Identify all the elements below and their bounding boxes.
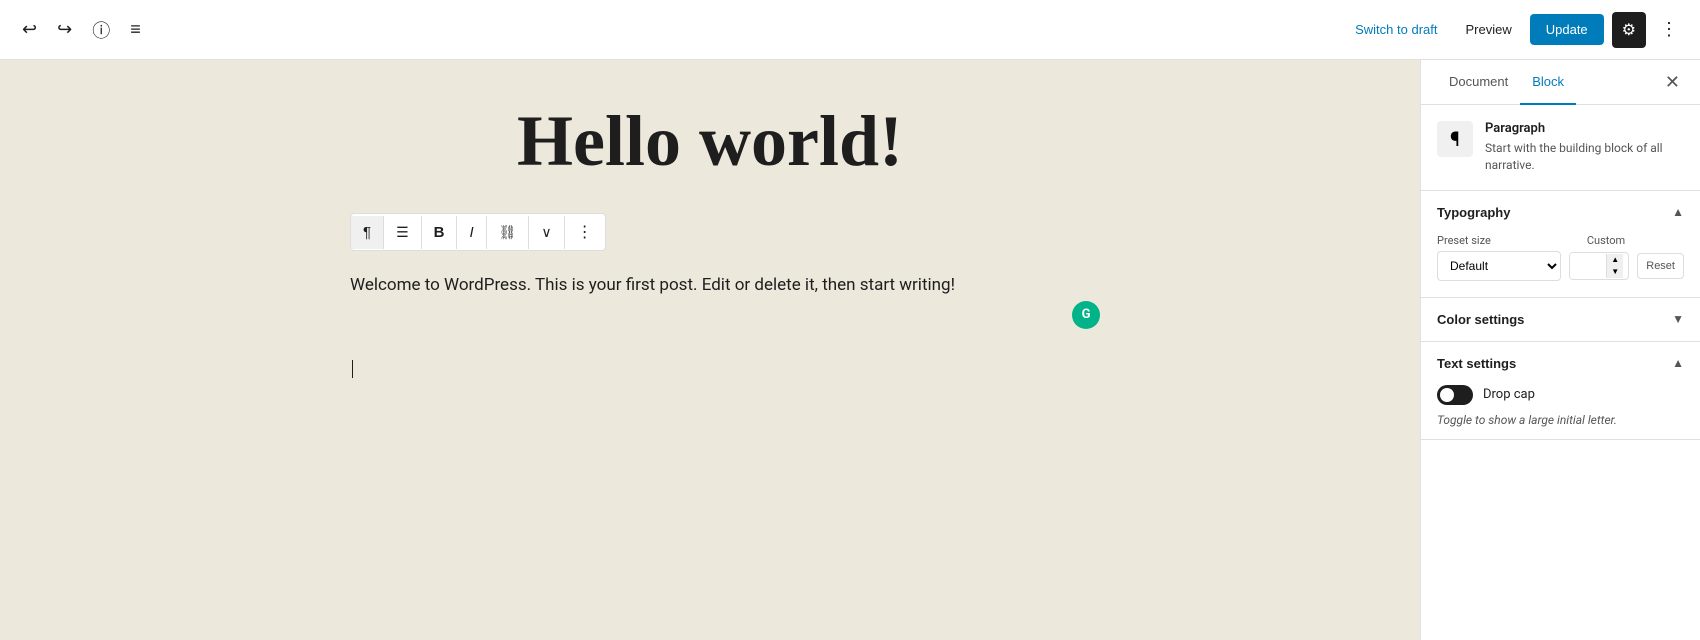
undo-button[interactable]: ↩ (16, 13, 43, 46)
preset-size-label: Preset size (1437, 234, 1568, 247)
link-icon: ⛓ (499, 224, 517, 241)
bold-format-button[interactable]: B (422, 216, 458, 249)
block-icon: ¶ (1437, 121, 1473, 157)
typography-section: Typography ▲ Preset size Custom Default (1421, 191, 1700, 298)
top-bar-left: ↩ ↪ ⓘ ≡ (16, 11, 147, 49)
editor-area[interactable]: Hello world! ¶ ☰ B I ⛓ ∨ (0, 60, 1420, 640)
right-sidebar: Document Block ✕ ¶ Paragraph Start with … (1420, 60, 1700, 640)
preset-custom-labels: Preset size Custom (1437, 234, 1684, 247)
typography-section-content: Preset size Custom Default ▲ ▼ (1421, 234, 1700, 297)
redo-icon: ↪ (57, 19, 72, 40)
settings-button[interactable]: ⚙ (1612, 12, 1646, 48)
redo-button[interactable]: ↪ (51, 13, 78, 46)
text-settings-header[interactable]: Text settings ▲ (1421, 342, 1700, 385)
drop-cap-row: Drop cap (1421, 385, 1700, 413)
text-settings-title: Text settings (1437, 356, 1516, 371)
input-arrows: ▲ ▼ (1606, 254, 1623, 278)
paragraph-format-button[interactable]: ¶ (351, 216, 384, 249)
toggle-knob (1440, 388, 1454, 402)
input-decrement-button[interactable]: ▼ (1607, 266, 1623, 278)
update-button[interactable]: Update (1530, 14, 1604, 45)
typography-section-title: Typography (1437, 205, 1510, 220)
format-toolbar: ¶ ☰ B I ⛓ ∨ ⋮ (350, 213, 606, 251)
align-icon: ☰ (396, 224, 409, 241)
align-format-button[interactable]: ☰ (384, 216, 422, 249)
paragraph-icon: ¶ (363, 224, 371, 241)
color-settings-section: Color settings ▼ (1421, 298, 1700, 342)
paragraph-block-icon: ¶ (1450, 127, 1460, 151)
info-icon: ⓘ (92, 17, 110, 43)
preview-button[interactable]: Preview (1455, 16, 1521, 43)
sidebar-block-info: ¶ Paragraph Start with the building bloc… (1421, 105, 1700, 191)
drop-cap-desc: Toggle to show a large initial letter. (1421, 413, 1700, 439)
list-button[interactable]: ≡ (124, 13, 147, 46)
options-format-icon: ⋮ (577, 222, 593, 242)
undo-icon: ↩ (22, 19, 37, 40)
custom-label: Custom (1576, 234, 1636, 247)
color-settings-title: Color settings (1437, 312, 1524, 327)
text-cursor (352, 360, 353, 378)
custom-size-input[interactable] (1570, 253, 1606, 279)
block-desc: Start with the building block of all nar… (1485, 140, 1684, 174)
settings-icon: ⚙ (1622, 20, 1636, 40)
tab-block[interactable]: Block (1520, 60, 1576, 105)
block-name: Paragraph (1485, 121, 1684, 136)
color-settings-header[interactable]: Color settings ▼ (1421, 298, 1700, 341)
post-body-text: Welcome to WordPress. This is your first… (350, 275, 955, 295)
grammarly-icon[interactable]: G (1072, 301, 1100, 329)
custom-size-input-wrap: ▲ ▼ (1569, 252, 1629, 280)
text-settings-chevron-up-icon: ▲ (1672, 356, 1684, 370)
top-bar-right: Switch to draft Preview Update ⚙ ⋮ (1345, 12, 1684, 48)
options-format-button[interactable]: ⋮ (565, 214, 605, 250)
post-body[interactable]: Welcome to WordPress. This is your first… (350, 271, 1070, 300)
info-button[interactable]: ⓘ (86, 11, 116, 49)
top-bar: ↩ ↪ ⓘ ≡ Switch to draft Preview Update ⚙… (0, 0, 1700, 60)
cursor-area[interactable] (350, 300, 1070, 378)
main-area: Hello world! ¶ ☰ B I ⛓ ∨ (0, 60, 1700, 640)
drop-cap-toggle[interactable] (1437, 385, 1473, 405)
sidebar-tabs: Document Block ✕ (1421, 60, 1700, 105)
bold-icon: B (434, 224, 445, 241)
drop-cap-label: Drop cap (1483, 387, 1535, 402)
switch-to-draft-button[interactable]: Switch to draft (1345, 16, 1447, 43)
typography-chevron-up-icon: ▲ (1672, 205, 1684, 219)
more-format-button[interactable]: ∨ (529, 216, 564, 249)
list-icon: ≡ (130, 19, 141, 40)
preset-size-select[interactable]: Default (1437, 251, 1561, 281)
text-settings-section: Text settings ▲ Drop cap Toggle to show … (1421, 342, 1700, 440)
block-info-text: Paragraph Start with the building block … (1485, 121, 1684, 174)
more-options-button[interactable]: ⋮ (1654, 13, 1684, 46)
italic-format-button[interactable]: I (457, 216, 486, 249)
editor-content: Hello world! ¶ ☰ B I ⛓ ∨ (350, 100, 1070, 378)
sidebar-close-button[interactable]: ✕ (1661, 68, 1684, 97)
more-icon: ⋮ (1660, 19, 1678, 40)
link-format-button[interactable]: ⛓ (487, 216, 530, 249)
reset-button[interactable]: Reset (1637, 253, 1684, 279)
typography-controls: Default ▲ ▼ Reset (1437, 251, 1684, 281)
italic-icon: I (469, 224, 473, 241)
color-settings-chevron-down-icon: ▼ (1672, 312, 1684, 326)
more-format-icon: ∨ (541, 224, 551, 241)
tab-document[interactable]: Document (1437, 60, 1520, 105)
input-increment-button[interactable]: ▲ (1607, 254, 1623, 266)
typography-section-header[interactable]: Typography ▲ (1421, 191, 1700, 234)
post-title[interactable]: Hello world! (350, 100, 1070, 183)
